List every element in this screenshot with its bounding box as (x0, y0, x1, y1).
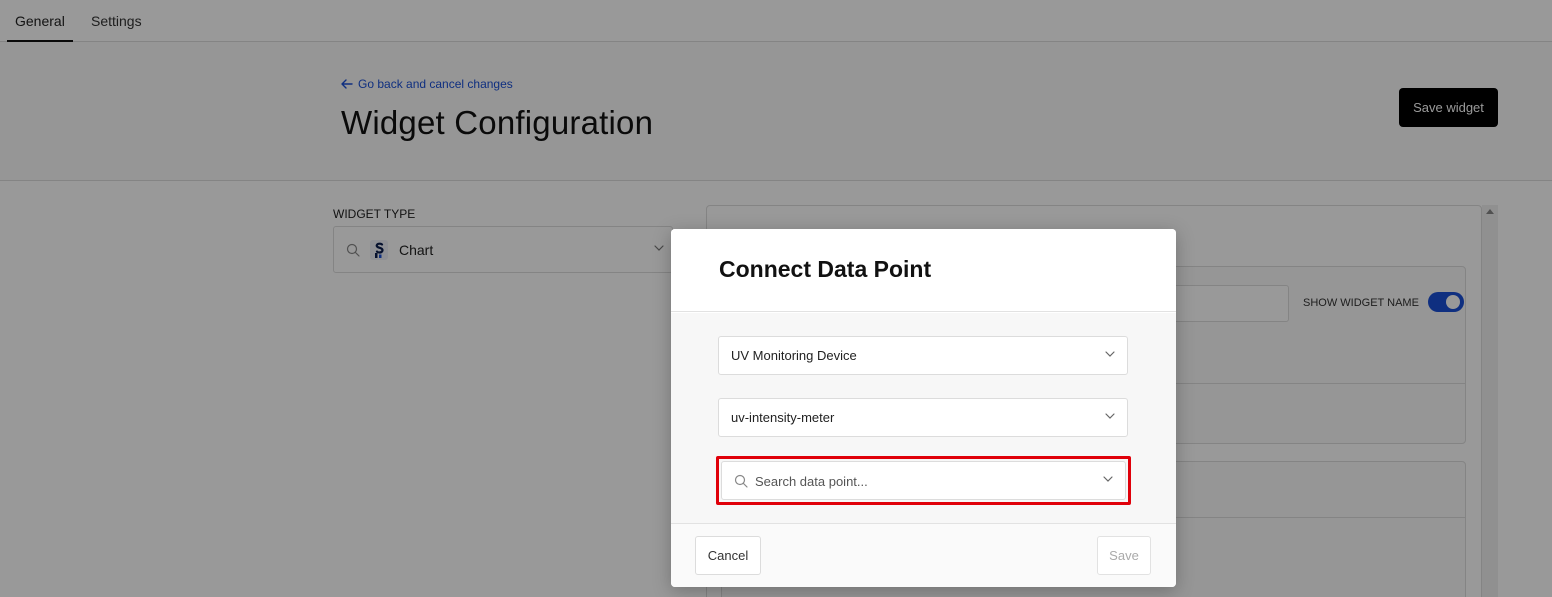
sensor-select[interactable]: uv-intensity-meter (718, 398, 1128, 437)
dialog-title: Connect Data Point (719, 256, 932, 282)
sensor-select-value: uv-intensity-meter (731, 410, 835, 425)
data-point-search-input[interactable] (755, 470, 1085, 492)
data-point-search-select[interactable] (721, 461, 1126, 500)
device-select-value: UV Monitoring Device (731, 348, 857, 363)
connect-data-point-dialog: Connect Data Point UV Monitoring Device … (671, 229, 1176, 587)
save-button[interactable]: Save (1097, 536, 1151, 575)
search-icon (734, 474, 748, 488)
dialog-header: Connect Data Point (671, 229, 1176, 312)
device-select[interactable]: UV Monitoring Device (718, 336, 1128, 375)
dialog-footer: Cancel Save (671, 523, 1176, 587)
dialog-body: UV Monitoring Device uv-intensity-meter (671, 313, 1176, 523)
chevron-down-icon (1105, 351, 1115, 357)
chevron-down-icon (1105, 413, 1115, 419)
highlight-frame (716, 456, 1131, 505)
cancel-button[interactable]: Cancel (695, 536, 761, 575)
chevron-down-icon (1103, 476, 1113, 482)
